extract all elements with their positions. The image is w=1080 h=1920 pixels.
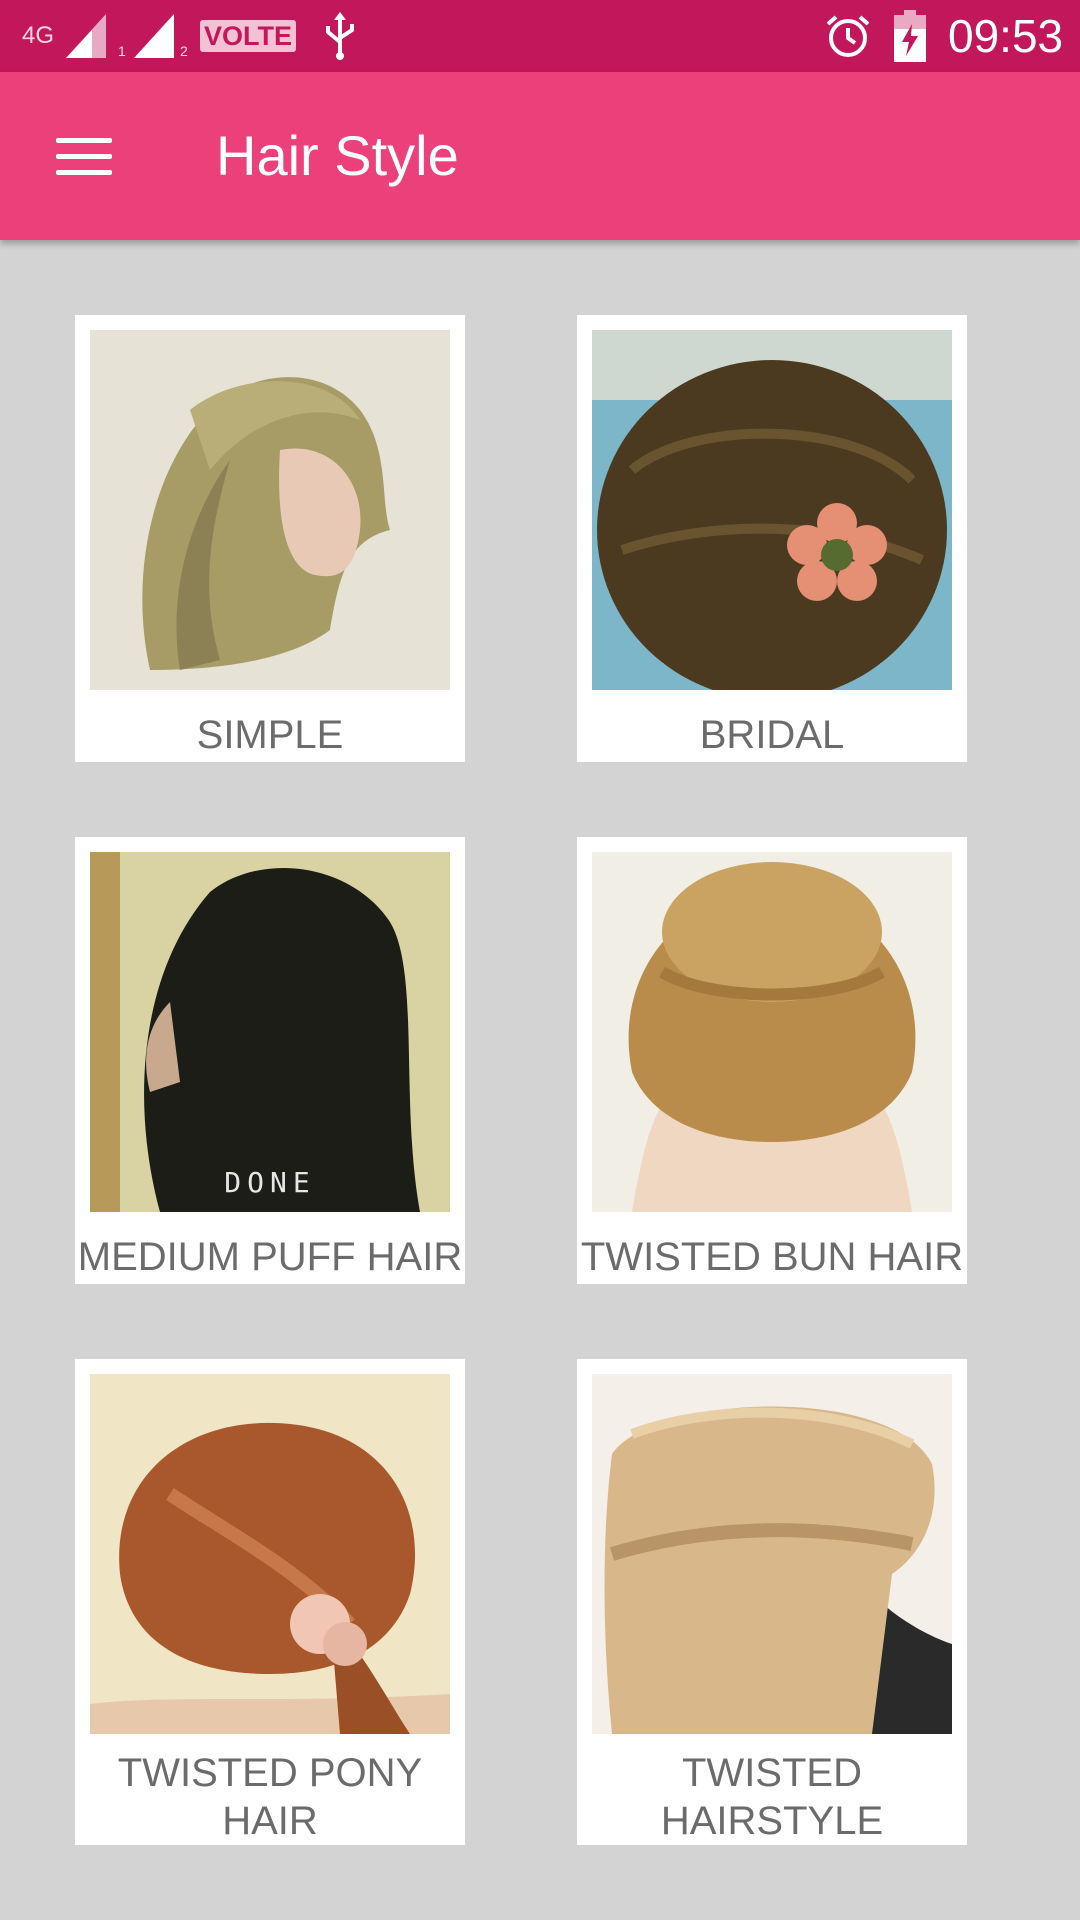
clock-label: 09:53	[948, 10, 1064, 62]
image-caption-done: DONE	[224, 1166, 315, 1199]
usb-icon	[322, 0, 358, 72]
network-label: 4G	[22, 22, 55, 49]
category-image-simple	[90, 330, 450, 690]
network-type: 4G	[22, 0, 54, 72]
category-label: BRIDAL	[699, 713, 845, 757]
signal-sim2-icon: 2	[134, 0, 188, 72]
status-bar: 4G 1 2 VOLTE 09:53	[0, 0, 1080, 72]
category-image-medium-puff-hair: DONE	[90, 852, 450, 1212]
category-label: SIMPLE	[196, 713, 344, 757]
category-label: MEDIUM PUFF HAIR	[77, 1235, 463, 1279]
signal-sim1-icon: 1	[66, 0, 126, 72]
category-card-simple[interactable]: SIMPLE	[75, 315, 465, 762]
clock: 09:53	[948, 0, 1063, 72]
alarm-icon	[824, 0, 872, 72]
category-card-bridal[interactable]: BRIDAL	[577, 315, 967, 762]
category-grid: SIMPLE BRIDAL DONE MEDIUM PUFF HAIR TWIS…	[0, 240, 1080, 1920]
sim2-label: 2	[180, 43, 188, 59]
category-label: TWISTED HAIRSTYLE	[660, 1751, 884, 1843]
category-image-twisted-hairstyle	[592, 1374, 952, 1734]
category-image-twisted-pony-hair	[90, 1374, 450, 1734]
volte-label: VOLTE	[200, 20, 297, 52]
hamburger-menu-icon[interactable]	[40, 116, 128, 196]
battery-charging-icon	[894, 0, 926, 72]
category-card-twisted-pony-hair[interactable]: TWISTED PONY HAIR	[75, 1359, 465, 1845]
category-label: TWISTED PONY HAIR	[117, 1751, 423, 1843]
category-image-bridal	[592, 330, 952, 690]
category-card-medium-puff-hair[interactable]: DONE MEDIUM PUFF HAIR	[75, 837, 465, 1284]
category-card-twisted-hairstyle[interactable]: TWISTED HAIRSTYLE	[577, 1359, 967, 1845]
volte-badge: VOLTE	[200, 0, 297, 72]
category-card-twisted-bun-hair[interactable]: TWISTED BUN HAIR	[577, 837, 967, 1284]
page-title: Hair Style	[216, 124, 459, 187]
sim1-label: 1	[118, 43, 126, 59]
category-label: TWISTED BUN HAIR	[580, 1235, 964, 1279]
app-bar: Hair Style	[0, 72, 1080, 240]
category-image-twisted-bun-hair	[592, 852, 952, 1212]
